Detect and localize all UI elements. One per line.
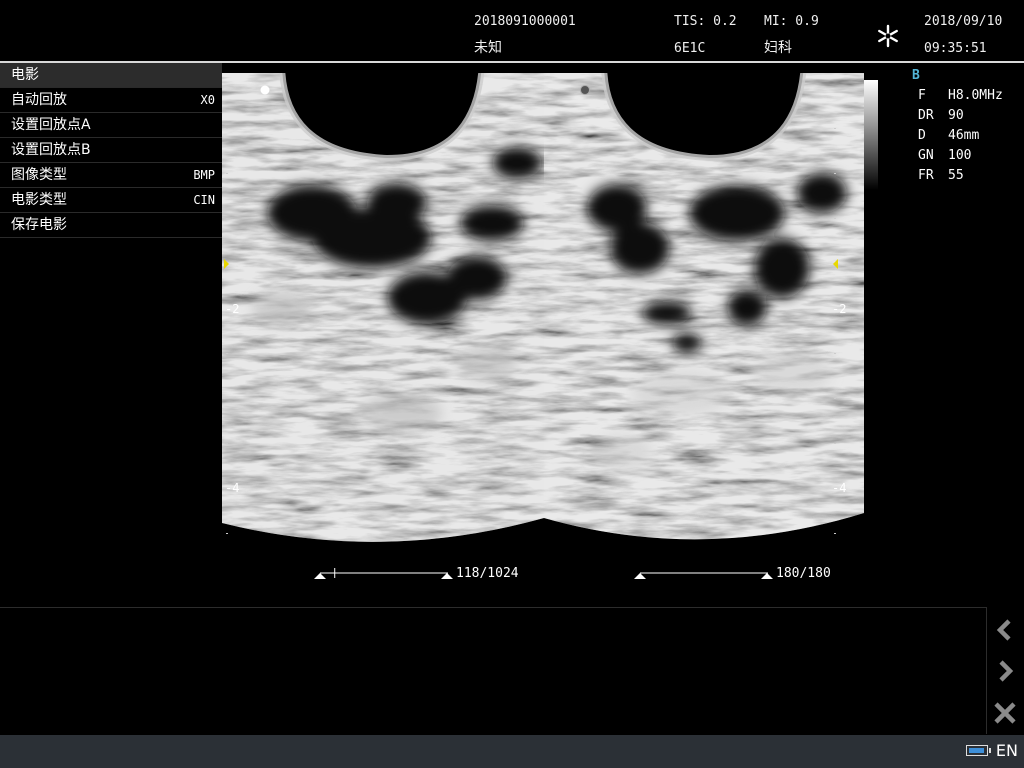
menu-item-label: 保存电影 [11, 217, 67, 233]
tis-value: TIS: 0.2 [674, 14, 737, 29]
chevron-left-icon[interactable] [990, 615, 1020, 645]
cine-start-marker[interactable] [634, 573, 646, 579]
menu-item-cine-type[interactable]: 电影类型 CIN [0, 188, 222, 213]
ultrasound-right-image[interactable] [542, 63, 868, 548]
cine-progress-right[interactable] [632, 566, 777, 582]
menu-item-auto-playback[interactable]: 自动回放 X0 [0, 88, 222, 113]
depth-label-left-2: -2 [225, 302, 240, 316]
depth-label-right-2: -2 [832, 302, 847, 316]
menu-item-label: 设置回放点A [11, 117, 91, 133]
menu-item-set-point-a[interactable]: 设置回放点A [0, 113, 222, 138]
param-key: FR [918, 168, 934, 183]
cine-end-marker[interactable] [441, 573, 453, 579]
param-value: H8.0MHz [948, 88, 1003, 103]
menu-item-set-point-b[interactable]: 设置回放点B [0, 138, 222, 163]
patient-id: 2018091000001 [474, 14, 576, 29]
chevron-right-icon[interactable] [990, 656, 1020, 686]
battery-icon [966, 745, 991, 756]
param-value: 46mm [948, 128, 980, 143]
exam-type: 妇科 [764, 40, 792, 56]
depth-label-right-4: -4 [832, 481, 847, 495]
language-indicator[interactable]: EN [996, 741, 1018, 760]
grayscale-bar [864, 80, 878, 190]
cine-progress-left[interactable] [312, 566, 457, 582]
patient-name: 未知 [474, 40, 502, 56]
menu-item-label: 图像类型 [11, 167, 67, 183]
cine-start-marker[interactable] [314, 573, 326, 579]
exam-date: 2018/09/10 [924, 14, 1003, 29]
cine-counter-right: 180/180 [776, 566, 831, 581]
snowflake-icon [875, 23, 901, 49]
depth-label-left-4: -4 [225, 481, 240, 495]
menu-item-value: X0 [200, 93, 215, 107]
close-icon[interactable] [990, 698, 1020, 728]
status-bar: EN [0, 735, 1024, 768]
orientation-marker-left [260, 85, 270, 95]
param-value: 100 [948, 148, 972, 163]
param-key: F [918, 88, 926, 103]
imaging-mode: B [912, 68, 920, 83]
probe-name: 6E1C [674, 41, 706, 56]
orientation-marker-right [580, 85, 590, 95]
comment-panel[interactable] [0, 608, 986, 734]
ultrasound-image-area[interactable] [222, 63, 868, 548]
comment-panel-right-border [986, 607, 987, 734]
menu-title: 电影 [0, 63, 222, 88]
param-value: 55 [948, 168, 964, 183]
menu-item-label: 设置回放点B [11, 142, 91, 158]
menu-item-label: 自动回放 [11, 92, 67, 108]
mi-value: MI: 0.9 [764, 14, 819, 29]
battery-level [969, 748, 984, 753]
param-key: GN [918, 148, 934, 163]
cine-end-marker[interactable] [761, 573, 773, 579]
menu-title-label: 电影 [11, 67, 39, 83]
ultrasound-left-image[interactable] [222, 63, 552, 548]
param-key: DR [918, 108, 934, 123]
menu-item-label: 电影类型 [11, 192, 67, 208]
menu-item-image-type[interactable]: 图像类型 BMP [0, 163, 222, 188]
param-value: 90 [948, 108, 964, 123]
menu-item-save-cine[interactable]: 保存电影 [0, 213, 222, 238]
cine-menu: 电影 自动回放 X0 设置回放点A 设置回放点B 图像类型 BMP 电影类型 C… [0, 63, 222, 238]
exam-time: 09:35:51 [924, 41, 987, 56]
menu-item-value: BMP [193, 168, 215, 182]
cine-counter-left: 118/1024 [456, 566, 519, 581]
param-key: D [918, 128, 926, 143]
menu-item-value: CIN [193, 193, 215, 207]
